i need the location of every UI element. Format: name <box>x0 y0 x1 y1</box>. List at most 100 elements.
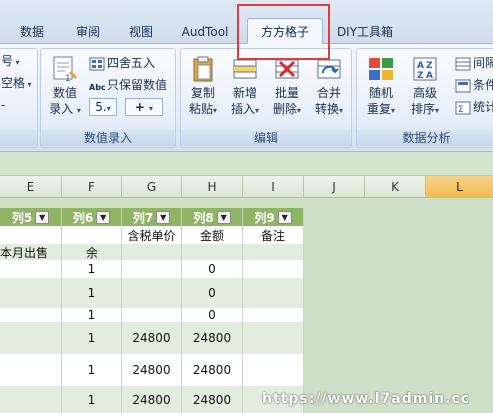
cell-g-sub[interactable] <box>122 244 182 260</box>
cell-unit-price[interactable]: 含税单价 <box>122 226 182 244</box>
cell-i[interactable] <box>243 308 304 322</box>
cell-e-blank[interactable] <box>0 226 62 244</box>
numeric-entry-group: 1 数值 录入 ▾ 四舍五入 Abc 只保留数值 5.▾ + ▾ 数值录入 <box>40 48 176 148</box>
cell-g[interactable]: 24800 <box>122 386 182 413</box>
statistics-button[interactable]: Σ 统计 <box>455 97 493 117</box>
format-buttons: 5.▾ + ▾ <box>89 97 163 117</box>
cell-i-sub[interactable] <box>243 244 304 260</box>
cell-e[interactable] <box>0 354 62 386</box>
cell-i[interactable] <box>243 260 304 278</box>
svg-text:Σ: Σ <box>458 105 464 115</box>
numeric-entry-icon: 1 <box>53 56 77 83</box>
column-header-l[interactable]: L <box>426 176 493 198</box>
sort-az-icon: A ZZ A <box>413 57 437 81</box>
partial-group-label <box>0 130 37 146</box>
clipboard-icon <box>193 56 213 82</box>
cell-h[interactable]: 24800 <box>182 322 243 354</box>
filter-row: 列5 ▼ 列6 ▼ 列7 ▼ 列8 ▼ 列9 ▼ <box>0 208 493 226</box>
filter-dropdown-icon[interactable]: ▼ <box>156 210 171 224</box>
tab-diy-toolbox[interactable]: DIY工具箱 <box>334 22 396 42</box>
filter-cell-e: 列5 ▼ <box>0 208 62 226</box>
column-header-h[interactable]: H <box>182 176 243 198</box>
numeric-entry-group-label: 数值录入 <box>41 130 175 146</box>
cell-h[interactable]: 24800 <box>182 386 243 413</box>
cell-h[interactable]: 24800 <box>182 354 243 386</box>
filter-dropdown-icon[interactable]: ▼ <box>96 210 111 224</box>
cell-h[interactable]: 0 <box>182 278 243 308</box>
filter-dropdown-icon[interactable]: ▼ <box>35 210 50 224</box>
cell-i[interactable] <box>243 278 304 308</box>
filter-dropdown-icon[interactable]: ▼ <box>216 210 231 224</box>
round-button[interactable]: 四舍五入 <box>89 53 155 73</box>
cell-amount[interactable]: 金额 <box>182 226 243 244</box>
svg-text:A: A <box>426 71 433 81</box>
cell-e[interactable] <box>0 278 62 308</box>
cell-monthly-sales[interactable]: 本月出售 <box>0 244 62 260</box>
column-header-i[interactable]: I <box>243 176 304 198</box>
partial-item-3[interactable]: - <box>1 95 5 115</box>
cell-i[interactable] <box>243 354 304 386</box>
partial-item-2[interactable]: 空格 ▾ <box>1 73 32 93</box>
numeric-entry-label: 数值 录入 ▾ <box>49 86 81 116</box>
plus-dropdown[interactable]: + ▾ <box>124 98 163 116</box>
highlight-box <box>237 4 330 60</box>
cell-f[interactable]: 1 <box>62 322 122 354</box>
cell-i[interactable] <box>243 322 304 354</box>
column-header-k[interactable]: K <box>365 176 426 198</box>
tab-audtool[interactable]: AudTool <box>176 22 234 42</box>
merge-convert-button[interactable]: 合并 转换▾ <box>309 55 349 119</box>
sheet-grid: 列5 ▼ 列6 ▼ 列7 ▼ 列8 ▼ 列9 ▼ 含税单价 金额 备注 本月出售 余 1 … <box>0 198 493 413</box>
keep-numeric-button[interactable]: Abc 只保留数值 <box>89 75 167 95</box>
number-format-dropdown[interactable]: 5.▾ <box>89 98 117 116</box>
tab-view[interactable]: 视图 <box>121 22 161 42</box>
interval-button[interactable]: 间隔 <box>455 53 493 73</box>
cell-h[interactable]: 0 <box>182 260 243 278</box>
add-insert-button[interactable]: 新增 插入▾ <box>225 55 265 119</box>
cell-remark[interactable]: 备注 <box>243 226 304 244</box>
cell-f[interactable]: 1 <box>62 260 122 278</box>
filter-cell-i: 列9 ▼ <box>243 208 304 226</box>
cell-e[interactable] <box>0 322 62 354</box>
column-header-e[interactable]: E <box>0 176 62 198</box>
cell-f[interactable]: 1 <box>62 354 122 386</box>
column-header-g[interactable]: G <box>122 176 182 198</box>
merge-label: 合并 <box>316 86 341 100</box>
column-header-j[interactable]: J <box>304 176 365 198</box>
convert-label: 转换 <box>314 102 339 116</box>
filter-dropdown-icon[interactable]: ▼ <box>277 210 292 224</box>
random-repeat-button[interactable]: 随机 重复▾ <box>361 55 401 119</box>
cell-g[interactable]: 24800 <box>122 354 182 386</box>
filter-cell-h: 列8 ▼ <box>182 208 243 226</box>
cell-f[interactable]: 1 <box>62 386 122 413</box>
random-grid-icon <box>369 58 393 80</box>
data-analysis-group-label: 数据分析 <box>357 130 493 146</box>
batch-delete-button[interactable]: 批量 删除▾ <box>267 55 307 119</box>
cell-h-sub[interactable] <box>182 244 243 260</box>
header-row-top: 含税单价 金额 备注 <box>0 226 493 244</box>
partial-item-1[interactable]: 号 ▾ <box>1 51 20 71</box>
cell-f[interactable]: 1 <box>62 278 122 308</box>
column-header-f[interactable]: F <box>62 176 122 198</box>
cell-g[interactable] <box>122 278 182 308</box>
tab-data[interactable]: 数据 <box>12 22 52 42</box>
cell-e[interactable] <box>0 260 62 278</box>
cell-e[interactable] <box>0 386 62 413</box>
cell-balance[interactable]: 余 <box>62 244 122 260</box>
cell-h[interactable]: 0 <box>182 308 243 322</box>
cell-f-blank[interactable] <box>62 226 122 244</box>
copy-paste-button[interactable]: 复制 粘贴▾ <box>183 55 223 119</box>
cell-f[interactable]: 1 <box>62 308 122 322</box>
table-row: 1 24800 24800 <box>0 322 493 354</box>
copy-label: 复制 <box>190 86 215 100</box>
condition-button[interactable]: 条件 <box>455 75 493 95</box>
cell-g[interactable]: 24800 <box>122 322 182 354</box>
condition-icon <box>455 79 471 92</box>
numeric-entry-button[interactable]: 1 数值 录入 ▾ <box>45 55 85 119</box>
cell-g[interactable] <box>122 308 182 322</box>
table-row: 1 0 <box>0 260 493 278</box>
tab-review[interactable]: 审阅 <box>68 22 108 42</box>
table-row: 1 24800 24800 <box>0 354 493 386</box>
advanced-sort-button[interactable]: AZZA 高级 排序▾ <box>405 55 445 119</box>
cell-e[interactable] <box>0 308 62 322</box>
cell-g[interactable] <box>122 260 182 278</box>
